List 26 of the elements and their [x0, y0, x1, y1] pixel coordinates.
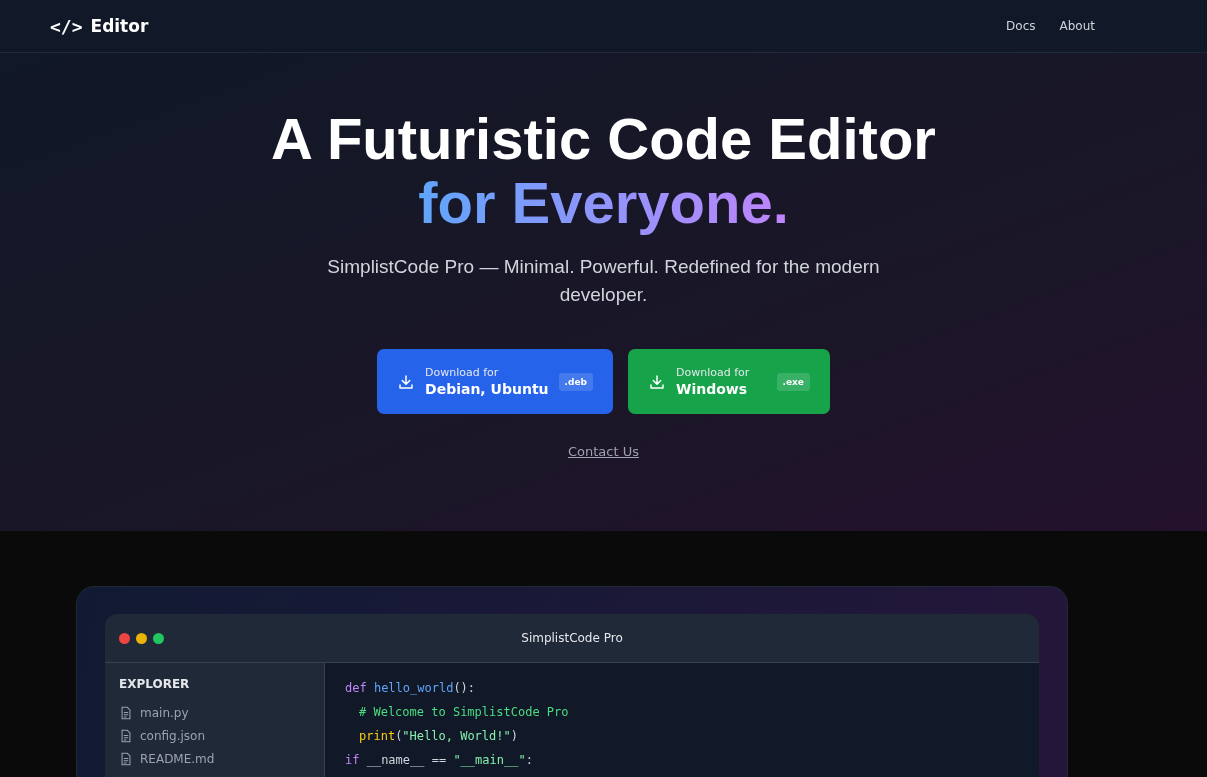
nav-link[interactable]: Docs: [1006, 19, 1036, 33]
code-line: def hello_world():: [345, 681, 477, 697]
brand-name[interactable]: Editor: [90, 16, 149, 36]
download-button[interactable]: Download for Debian, Ubuntu .deb: [377, 349, 613, 414]
minimize-dot-icon: [136, 632, 147, 644]
file-name[interactable]: config.json: [140, 728, 206, 743]
download-icon: [397, 372, 415, 391]
nav-link[interactable]: About: [1059, 19, 1095, 33]
hero-subtitle: SimplistCode Pro — Minimal. Powerful. Redefined for the modern developer.: [326, 255, 881, 307]
window-title: SimplistCode Pro: [521, 631, 623, 645]
file-name[interactable]: README.md: [140, 751, 215, 766]
code-logo-icon: </>: [50, 15, 83, 37]
code-line: if __name__ == "__main__":: [345, 753, 534, 769]
code-line: # Welcome to SimplistCode Pro: [358, 705, 569, 721]
file-icon: [119, 705, 133, 720]
hero-title: A Futuristic Code Editor: [271, 107, 936, 171]
file-icon: [119, 728, 133, 743]
download-button[interactable]: Download for Windows .exe: [627, 349, 830, 414]
contact-link[interactable]: Contact Us: [568, 444, 639, 459]
file-icon: [119, 751, 133, 766]
code-line: print("Hello, World!"): [358, 729, 519, 745]
close-dot-icon: [119, 632, 130, 644]
explorer-heading: EXPLORER: [119, 677, 191, 691]
file-name[interactable]: main.py: [140, 705, 189, 720]
download-icon: [647, 372, 666, 391]
maximize-dot-icon: [153, 632, 164, 644]
